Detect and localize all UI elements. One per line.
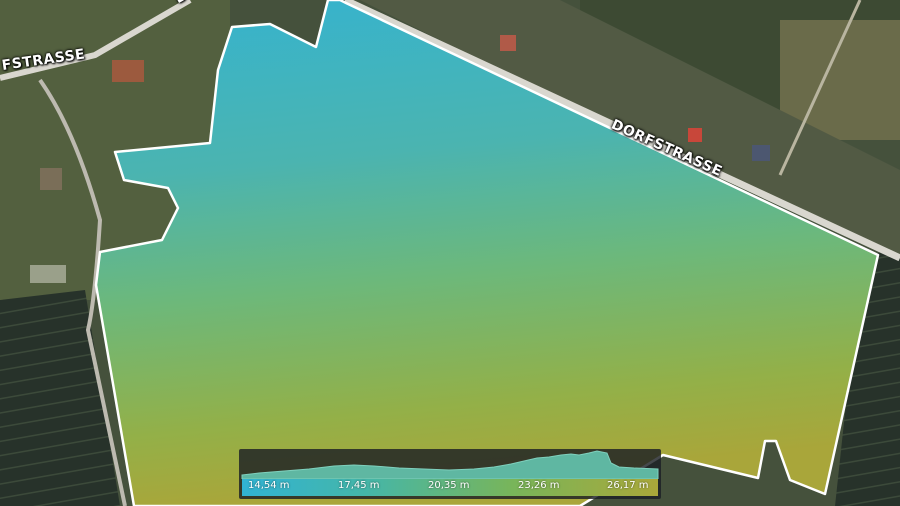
map-canvas	[0, 0, 900, 506]
elevation-profile-chart	[241, 450, 659, 479]
house	[752, 145, 770, 161]
elevation-profile-area	[241, 450, 659, 479]
legend-tick-2: 17,45 m	[338, 480, 380, 491]
house	[500, 35, 516, 51]
legend-tick-1: 14,54 m	[248, 480, 290, 491]
elevation-legend: 14,54 m 17,45 m 20,35 m 23,26 m 26,17 m	[239, 449, 661, 499]
house	[30, 265, 66, 283]
elevation-map[interactable]: FSTRASSE D DORFSTRASSE 14,54 m 17,45 m 2…	[0, 0, 900, 506]
house	[688, 128, 702, 142]
legend-tick-4: 23,26 m	[518, 480, 560, 491]
legend-tick-5: 26,17 m	[607, 480, 649, 491]
house	[40, 168, 62, 190]
legend-tick-3: 20,35 m	[428, 480, 470, 491]
house	[112, 60, 144, 82]
